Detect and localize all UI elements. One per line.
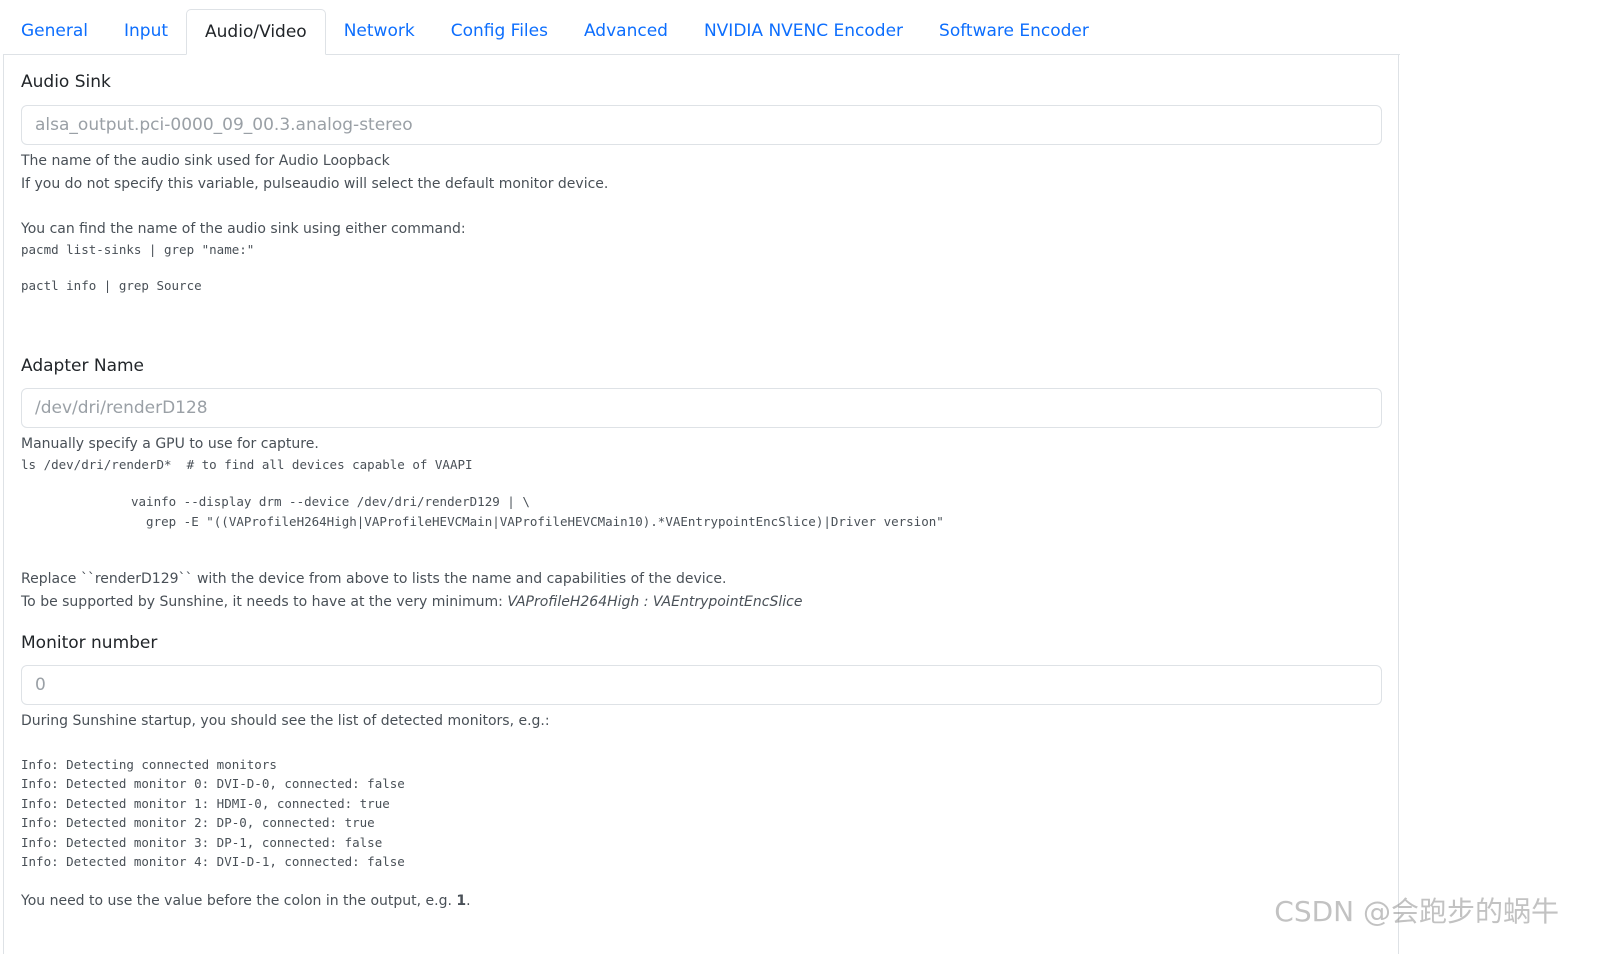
- audio-sink-cmd-2: pactl info | grep Source: [21, 278, 202, 293]
- adapter-cmd-1: ls /dev/dri/renderD* # to find all devic…: [21, 457, 473, 472]
- monitor-number-input[interactable]: [21, 665, 1382, 705]
- adapter-desc-3-text: To be supported by Sunshine, it needs to…: [21, 594, 508, 610]
- monitor-desc-2-text: You need to use the value before the col…: [21, 893, 457, 909]
- adapter-name-label: Adapter Name: [21, 356, 145, 376]
- monitor-desc-2-end: .: [466, 893, 471, 909]
- tab-advanced[interactable]: Advanced: [566, 9, 686, 53]
- adapter-cmd-3: grep -E "((VAProfileH264High|VAProfileHE…: [131, 514, 944, 529]
- audio-sink-desc-3: You can find the name of the audio sink …: [21, 221, 466, 237]
- settings-tabs: General Input Audio/Video Network Config…: [3, 9, 1400, 55]
- monitor-log-line: Info: Detecting connected monitors: [21, 757, 277, 772]
- tab-audio-video[interactable]: Audio/Video: [186, 9, 326, 55]
- adapter-name-input[interactable]: [21, 388, 1382, 428]
- audio-sink-desc-2: If you do not specify this variable, pul…: [21, 176, 609, 192]
- adapter-cmd-2: vainfo --display drm --device /dev/dri/r…: [131, 494, 530, 509]
- adapter-desc-2: Replace ``renderD129`` with the device f…: [21, 571, 727, 587]
- tab-config-files[interactable]: Config Files: [433, 9, 566, 53]
- monitor-number-label: Monitor number: [21, 633, 158, 653]
- audio-sink-label: Audio Sink: [21, 72, 111, 92]
- tab-software-encoder[interactable]: Software Encoder: [921, 9, 1107, 53]
- tab-network[interactable]: Network: [326, 9, 433, 53]
- audio-sink-input[interactable]: [21, 105, 1382, 145]
- monitor-log-line: Info: Detected monitor 0: DVI-D-0, conne…: [21, 776, 405, 791]
- monitor-log-line: Info: Detected monitor 1: HDMI-0, connec…: [21, 796, 390, 811]
- monitor-desc-2-example: 1: [456, 893, 467, 909]
- monitor-desc-1: During Sunshine startup, you should see …: [21, 713, 550, 729]
- monitor-log-line: Info: Detected monitor 3: DP-1, connecte…: [21, 835, 383, 850]
- adapter-desc-3-emphasis: VAProfileH264High : VAEntrypointEncSlice: [507, 594, 803, 610]
- audio-sink-desc-1: The name of the audio sink used for Audi…: [21, 153, 390, 169]
- tab-nvidia-nvenc-encoder[interactable]: NVIDIA NVENC Encoder: [686, 9, 921, 53]
- audio-sink-cmd-1: pacmd list-sinks | grep "name:": [21, 242, 255, 257]
- watermark: CSDN @会跑步的蜗牛: [1274, 895, 1559, 928]
- monitor-log-line: Info: Detected monitor 4: DVI-D-1, conne…: [21, 854, 405, 869]
- monitor-desc-2: You need to use the value before the col…: [21, 893, 471, 909]
- tab-general[interactable]: General: [3, 9, 106, 53]
- adapter-desc-3: To be supported by Sunshine, it needs to…: [21, 594, 802, 610]
- tab-input[interactable]: Input: [106, 9, 186, 53]
- adapter-desc-1: Manually specify a GPU to use for captur…: [21, 436, 319, 452]
- monitor-log-line: Info: Detected monitor 2: DP-0, connecte…: [21, 815, 375, 830]
